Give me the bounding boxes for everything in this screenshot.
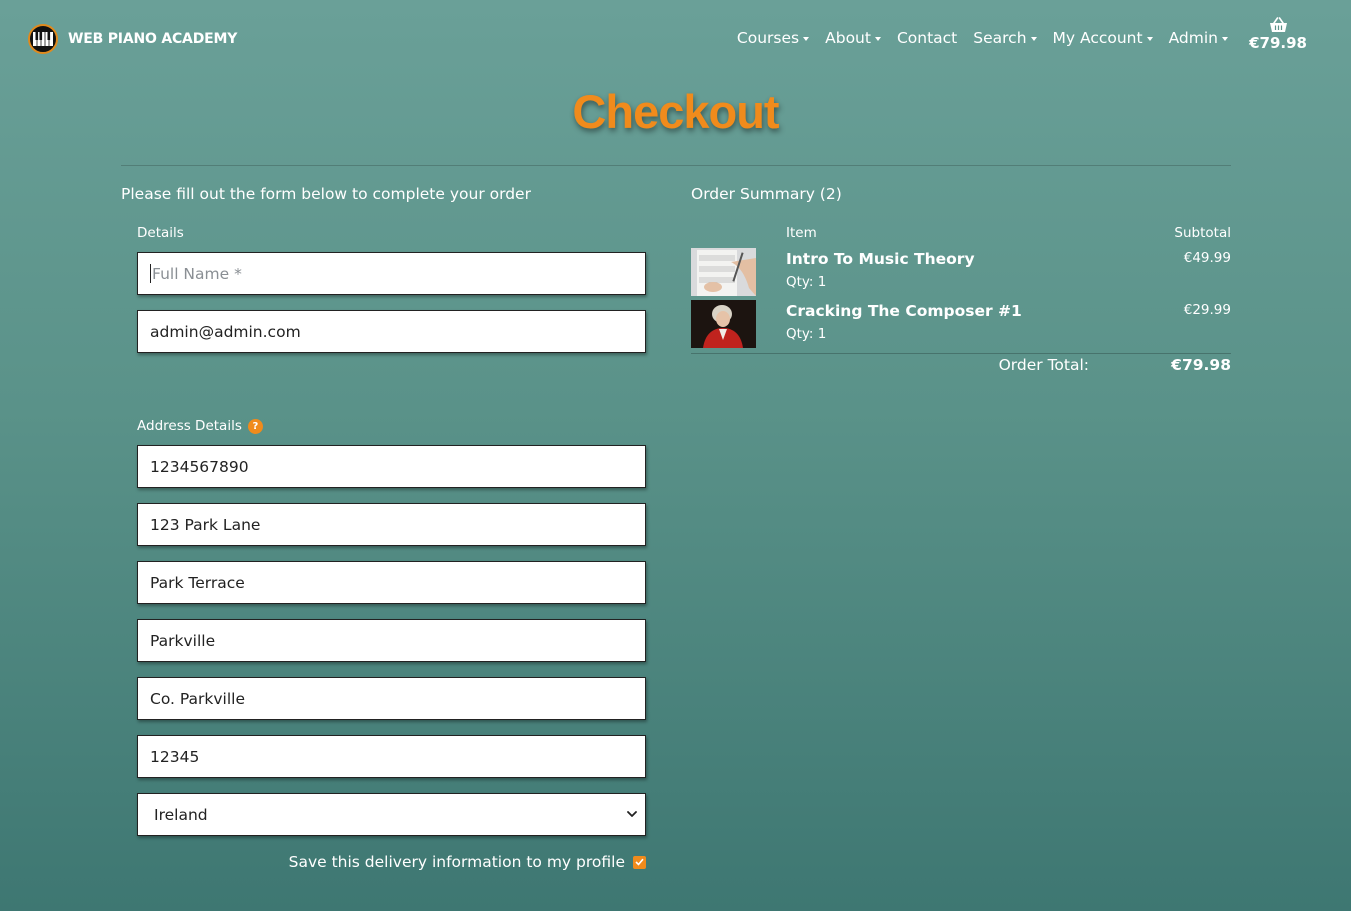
full-name-placeholder: Full Name * — [152, 264, 242, 283]
nav-about-label: About — [825, 29, 871, 47]
street-address-2-value: Park Terrace — [150, 573, 245, 592]
nav-contact[interactable]: Contact — [897, 29, 957, 47]
street-address-2-input[interactable]: Park Terrace — [137, 561, 646, 604]
brand-name: WEB PIANO ACADEMY — [68, 31, 238, 47]
county-value: Co. Parkville — [150, 689, 246, 708]
street-address-1-input[interactable]: 123 Park Lane — [137, 503, 646, 546]
details-legend: Details — [137, 225, 184, 241]
caret-down-icon — [1222, 36, 1228, 41]
nav-contact-label: Contact — [896, 29, 958, 47]
nav-my-account[interactable]: My Account — [1053, 29, 1153, 47]
col-head-item: Item — [786, 225, 817, 241]
country-select[interactable]: Ireland — [137, 793, 646, 836]
item-price: €49.99 — [1183, 250, 1231, 266]
cart-total: €79.98 — [1249, 34, 1307, 52]
total-divider — [691, 353, 1231, 354]
address-legend-label: Address Details — [137, 418, 242, 434]
caret-down-icon — [803, 36, 810, 41]
brand-link[interactable]: WEB PIANO ACADEMY — [28, 24, 237, 54]
town-input[interactable]: Parkville — [137, 619, 646, 662]
full-name-input[interactable]: Full Name * — [137, 252, 646, 295]
form-intro: Please fill out the form below to comple… — [121, 185, 531, 203]
nav-search-label: Search — [973, 29, 1027, 47]
email-input[interactable]: admin@admin.com — [137, 310, 646, 353]
item-name[interactable]: Cracking The Composer #1 — [786, 302, 1022, 320]
item-name[interactable]: Intro To Music Theory — [786, 250, 975, 268]
cart-link[interactable]: €79.98 — [1249, 17, 1307, 52]
email-value: admin@admin.com — [150, 322, 301, 341]
save-info-row: Save this delivery information to my pro… — [289, 853, 646, 871]
col-head-subtotal: Subtotal — [1174, 225, 1231, 241]
navbar: WEB PIANO ACADEMY Courses About Contact … — [0, 0, 1351, 80]
caret-down-icon — [1030, 36, 1037, 41]
piano-logo-icon — [28, 24, 58, 54]
text-cursor — [150, 264, 151, 283]
country-value: Ireland — [154, 805, 208, 824]
address-legend: Address Details? — [137, 418, 263, 434]
chevron-down-icon — [627, 811, 637, 817]
order-total-label: Order Total: — [998, 356, 1089, 374]
nav-search[interactable]: Search — [973, 29, 1037, 47]
item-thumb-mozart[interactable] — [691, 300, 756, 348]
nav-admin-label: Admin — [1168, 29, 1218, 47]
basket-icon — [1269, 17, 1287, 32]
order-total-value: €79.98 — [1171, 356, 1231, 374]
order-summary-title: Order Summary (2) — [691, 185, 842, 203]
postcode-value: 12345 — [150, 747, 200, 766]
help-icon[interactable]: ? — [247, 418, 263, 434]
postcode-input[interactable]: 12345 — [137, 735, 646, 778]
nav-admin[interactable]: Admin — [1169, 29, 1228, 47]
title-divider — [121, 165, 1231, 166]
save-info-checkbox[interactable] — [633, 855, 646, 869]
street-address-1-value: 123 Park Lane — [150, 515, 261, 534]
caret-down-icon — [874, 36, 881, 41]
nav-courses-label: Courses — [736, 29, 800, 47]
county-input[interactable]: Co. Parkville — [137, 677, 646, 720]
save-info-label[interactable]: Save this delivery information to my pro… — [289, 853, 625, 871]
nav-courses[interactable]: Courses — [736, 29, 810, 47]
page-title: Checkout — [572, 85, 779, 138]
item-thumb-sheet-music[interactable] — [691, 248, 756, 296]
check-icon — [635, 858, 644, 866]
caret-down-icon — [1146, 36, 1153, 41]
town-value: Parkville — [150, 631, 216, 650]
item-price: €29.99 — [1183, 302, 1231, 318]
nav-about[interactable]: About — [825, 29, 881, 47]
nav-links: Courses About Contact Search My Account … — [721, 29, 1228, 47]
phone-input[interactable]: 1234567890 — [137, 445, 646, 488]
item-qty: Qty: 1 — [786, 326, 827, 342]
item-qty: Qty: 1 — [786, 274, 827, 290]
phone-value: 1234567890 — [150, 457, 249, 476]
nav-my-account-label: My Account — [1052, 29, 1143, 47]
